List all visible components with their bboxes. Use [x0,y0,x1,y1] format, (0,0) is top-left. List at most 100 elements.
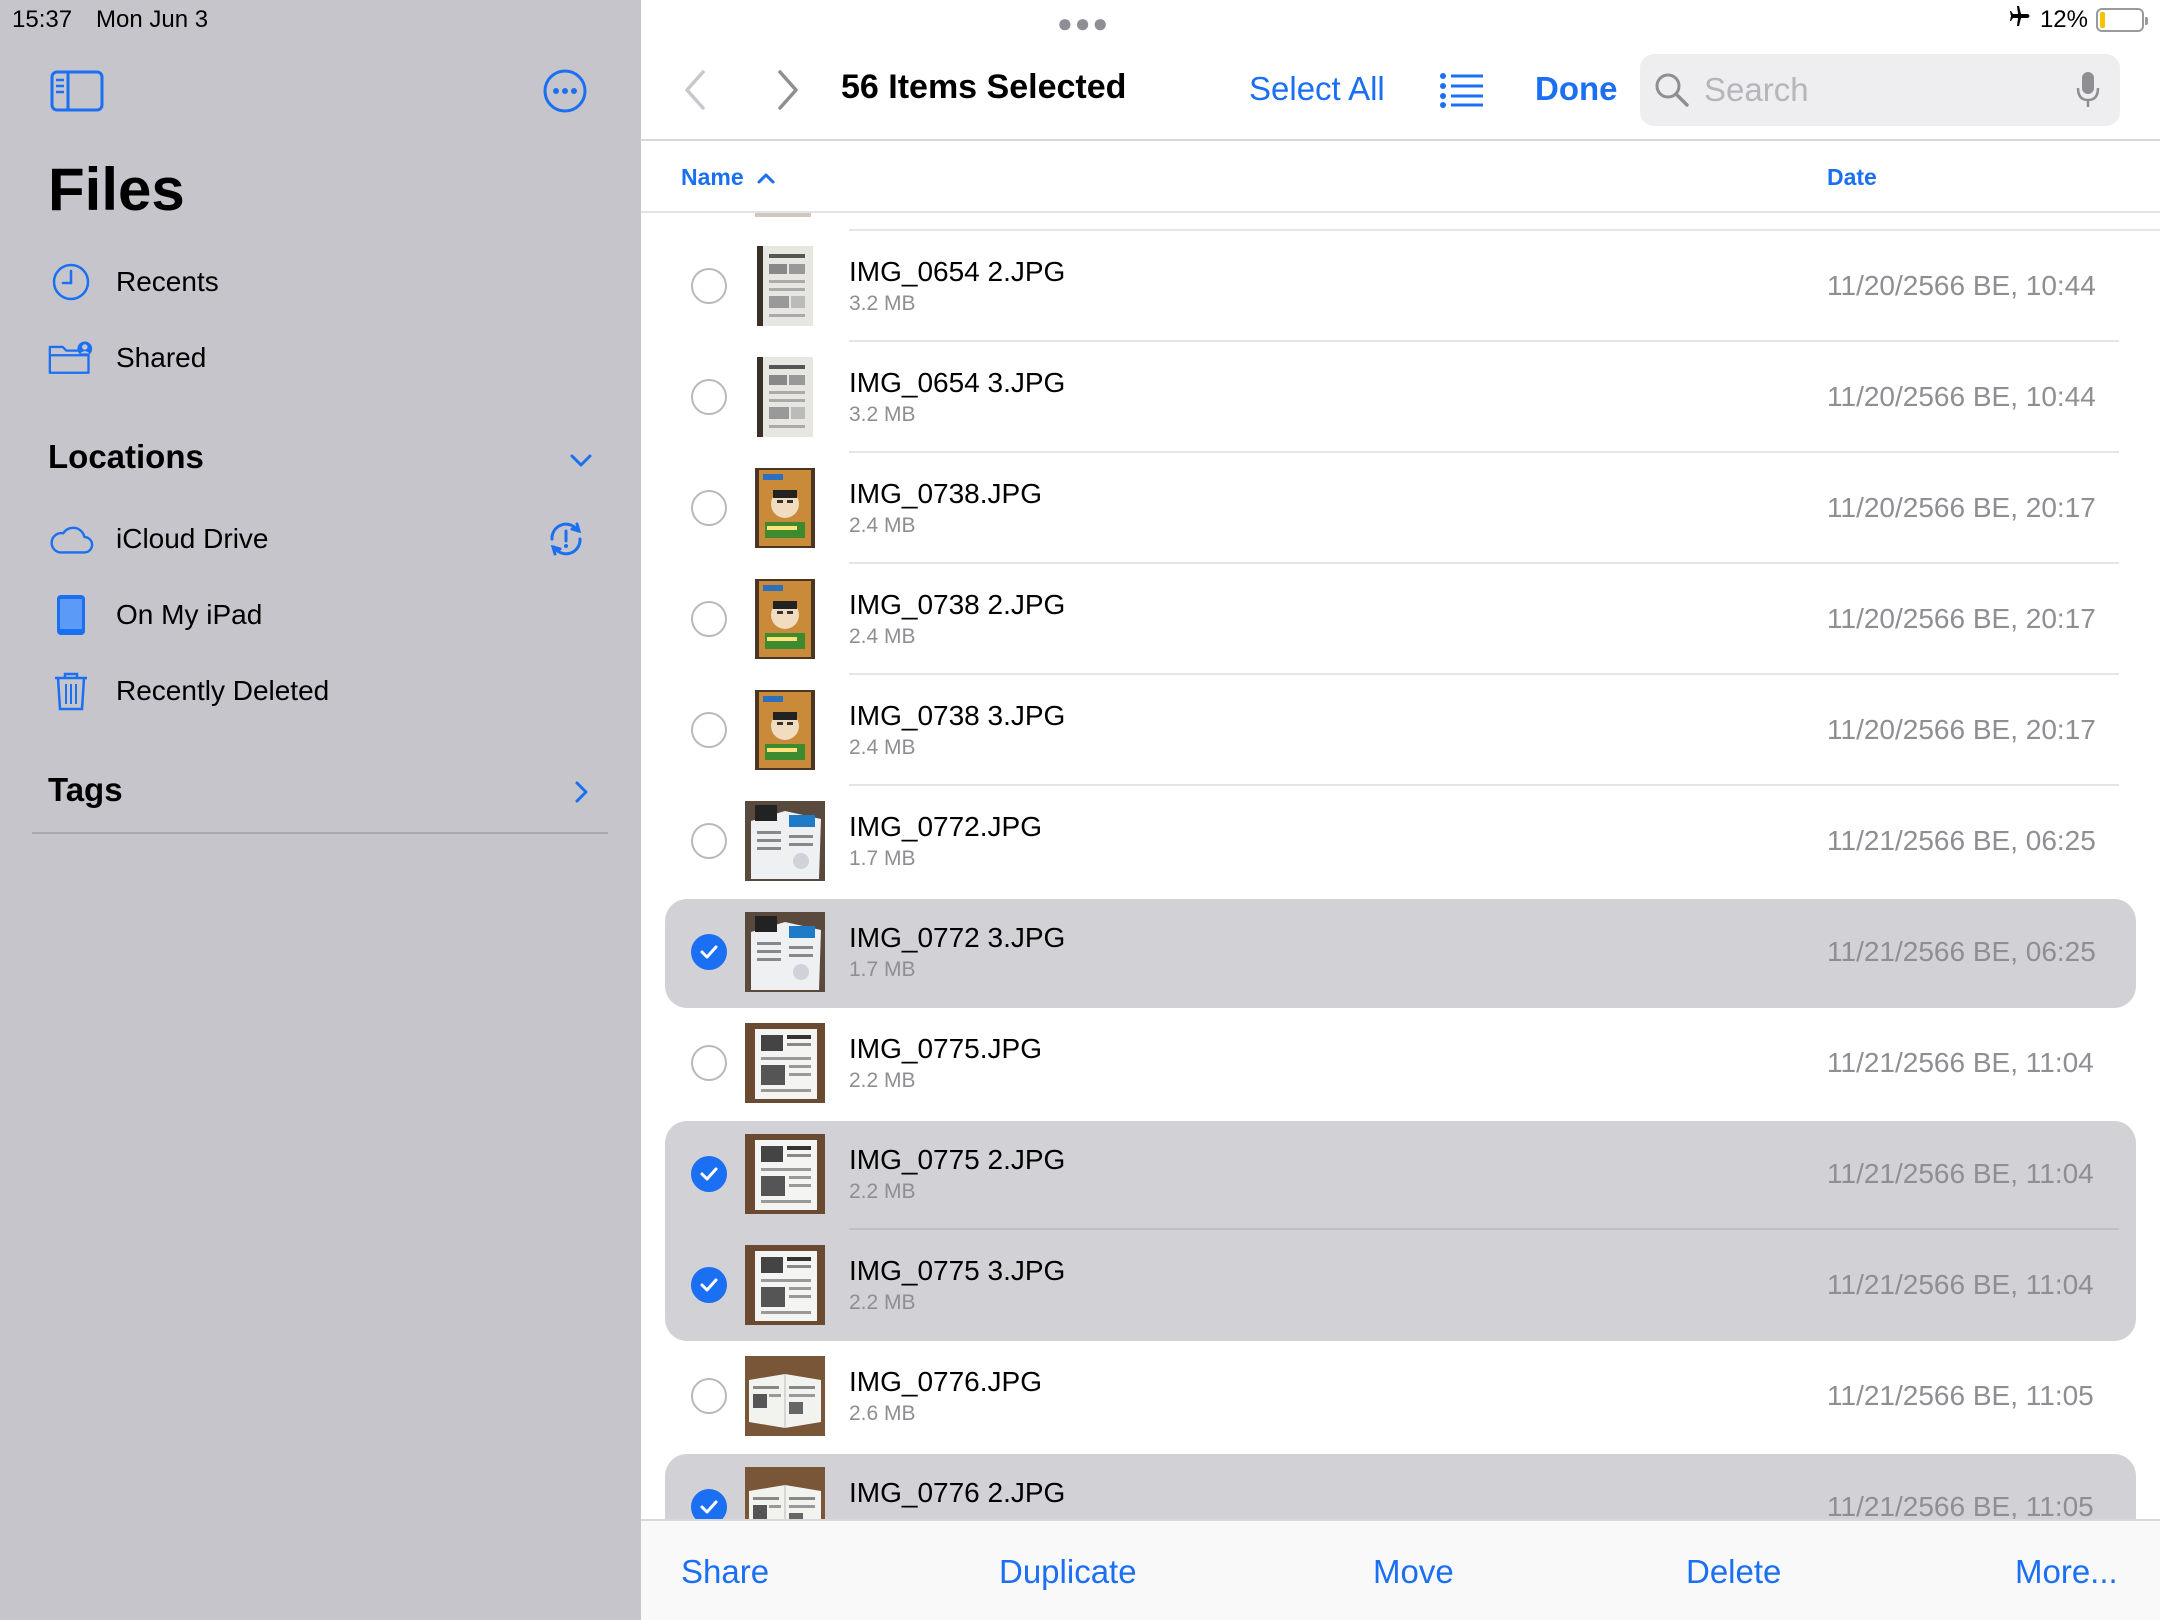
file-date: 11/20/2566 BE, 10:44 [1827,381,2096,412]
file-size: 2.2 MB [849,1069,916,1092]
file-row[interactable]: IMG_0738 2.JPG 2.4 MB 11/20/2566 BE, 20:17 [641,564,2160,675]
sidebar-title: Files [48,156,185,223]
file-date: 11/21/2566 BE, 11:04 [1827,1047,2094,1078]
sort-ascending-icon [756,164,776,191]
file-list: IMG_0654 2.JPG 3.2 MB 11/20/2566 BE, 10:44… [641,213,2160,1519]
tags-header[interactable]: Tags [48,771,123,809]
trash-icon [48,668,94,714]
file-row[interactable]: IMG_0654 3.JPG 3.2 MB 11/20/2566 BE, 10:44 [641,342,2160,453]
forward-button[interactable] [772,68,802,112]
sidebar-item-on-my-ipad[interactable]: On My iPad [48,585,608,645]
sidebar-toggle-icon[interactable] [50,70,104,112]
search-field[interactable] [1640,54,2120,126]
more-options-icon[interactable] [542,68,588,114]
file-date: 11/21/2566 BE, 06:25 [1827,825,2096,856]
sidebar-item-label: iCloud Drive [116,523,269,554]
move-button[interactable]: Move [1373,1553,1454,1591]
file-row[interactable]: IMG_0776 2.JPG 11/21/2566 BE, 11:05 [641,1452,2160,1519]
main-content: ●●● 12% 56 Items Selected Select All Don… [641,0,2160,1620]
file-thumbnail [755,246,815,326]
file-name: IMG_0738.JPG [849,478,1042,509]
file-row[interactable]: IMG_0738 3.JPG 2.4 MB 11/20/2566 BE, 20:17 [641,675,2160,786]
checkmark-selected-icon[interactable] [691,1267,727,1303]
selection-circle[interactable] [691,379,727,415]
file-thumbnail [755,357,815,437]
duplicate-button[interactable]: Duplicate [999,1553,1137,1591]
airplane-icon [2008,4,2032,35]
file-size: 2.6 MB [849,1402,916,1425]
file-size: 2.2 MB [849,1180,916,1203]
sidebar-item-label: Shared [116,342,207,373]
file-thumbnail [745,1023,825,1103]
share-button[interactable]: Share [681,1553,769,1591]
column-name-label: Name [681,164,744,190]
battery-icon [2096,7,2148,32]
sidebar-item-shared[interactable]: Shared [48,328,608,388]
sidebar-item-icloud-drive[interactable]: iCloud Drive [48,509,608,569]
selection-circle[interactable] [691,1378,727,1414]
shared-folder-icon [48,335,94,381]
file-name: IMG_0738 3.JPG [849,700,1066,731]
back-button[interactable] [681,68,711,112]
file-row[interactable]: IMG_0775.JPG 2.2 MB 11/21/2566 BE, 11:04 [641,1008,2160,1119]
file-row[interactable]: IMG_0772 3.JPG 1.7 MB 11/21/2566 BE, 06:25 [641,897,2160,1008]
more-button[interactable]: More... [2015,1553,2118,1591]
file-row[interactable]: IMG_0738.JPG 2.4 MB 11/20/2566 BE, 20:17 [641,453,2160,564]
file-thumbnail [755,579,815,659]
file-name: IMG_0654 3.JPG [849,367,1066,398]
file-name: IMG_0738 2.JPG [849,589,1066,620]
ipad-icon [48,592,94,638]
file-date: 11/21/2566 BE, 11:04 [1827,1269,2094,1300]
file-size: 3.2 MB [849,292,916,315]
file-size: 2.2 MB [849,1291,916,1314]
chevron-right-icon[interactable] [566,777,596,807]
cloud-icon [48,516,94,562]
delete-button[interactable]: Delete [1686,1553,1781,1591]
checkmark-selected-icon[interactable] [691,1489,727,1519]
list-view-icon[interactable] [1439,72,1485,108]
file-row[interactable]: IMG_0775 2.JPG 2.2 MB 11/21/2566 BE, 11:04 [641,1119,2160,1230]
file-row[interactable]: IMG_0775 3.JPG 2.2 MB 11/21/2566 BE, 11:04 [641,1230,2160,1341]
status-time: 15:37 [12,6,73,33]
bottom-toolbar: Share Duplicate Move Delete More... [641,1519,2160,1620]
partial-thumbnail [755,213,811,217]
sidebar-item-label: Recently Deleted [116,675,330,706]
microphone-icon[interactable] [2076,70,2100,110]
nav-divider [641,139,2160,141]
file-row[interactable]: IMG_0654 2.JPG 3.2 MB 11/20/2566 BE, 10:44 [641,231,2160,342]
sidebar-divider [32,832,608,834]
file-date: 11/20/2566 BE, 10:44 [1827,270,2096,301]
selection-circle[interactable] [691,490,727,526]
selection-circle[interactable] [691,601,727,637]
multitasking-dots-icon[interactable]: ●●● [1057,8,1110,39]
column-header-name[interactable]: Name [681,164,776,191]
status-date: Mon Jun 3 [96,6,209,33]
done-button[interactable]: Done [1535,70,1618,108]
selection-circle[interactable] [691,1045,727,1081]
sync-status-icon[interactable] [544,517,588,561]
sidebar-item-label: On My iPad [116,599,263,630]
file-thumbnail [755,690,815,770]
chevron-down-icon[interactable] [566,446,596,476]
battery-percent: 12% [2039,5,2088,33]
file-thumbnail [745,1467,825,1519]
checkmark-selected-icon[interactable] [691,1156,727,1192]
select-all-button[interactable]: Select All [1249,70,1385,108]
checkmark-selected-icon[interactable] [691,934,727,970]
file-row[interactable]: IMG_0772.JPG 1.7 MB 11/21/2566 BE, 06:25 [641,786,2160,897]
file-date: 11/21/2566 BE, 11:04 [1827,1158,2094,1189]
sidebar-item-recents[interactable]: Recents [48,252,608,312]
column-header-date[interactable]: Date [1827,164,1877,191]
file-row[interactable]: IMG_0776.JPG 2.6 MB 11/21/2566 BE, 11:05 [641,1341,2160,1452]
sidebar-item-recently-deleted[interactable]: Recently Deleted [48,661,608,721]
file-name: IMG_0772.JPG [849,811,1042,842]
file-size: 2.4 MB [849,736,916,759]
locations-header[interactable]: Locations [48,438,204,476]
sidebar-item-label: Recents [116,266,219,297]
selection-circle[interactable] [691,712,727,748]
search-input[interactable] [1704,68,2054,112]
selection-circle[interactable] [691,268,727,304]
selection-circle[interactable] [691,823,727,859]
file-thumbnail [745,1134,825,1214]
file-thumbnail [755,468,815,548]
